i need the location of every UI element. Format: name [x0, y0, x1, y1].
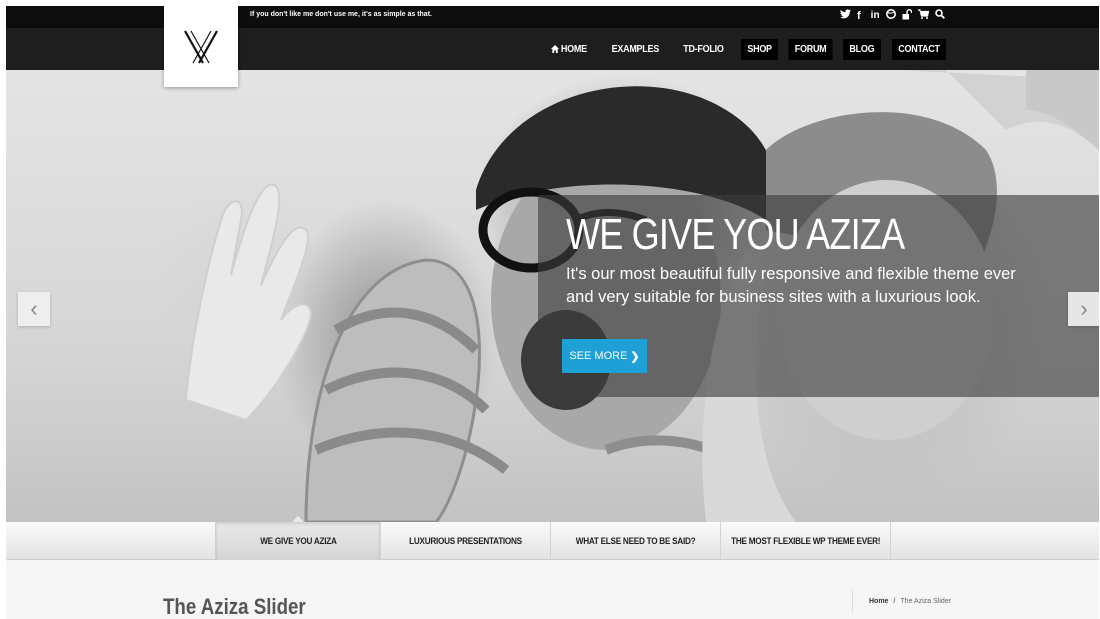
slide-tab-3[interactable]: WHAT ELSE NEED TO BE SAID?	[551, 522, 721, 560]
see-more-label: SEE MORE	[569, 350, 628, 362]
page-title: The Aziza Slider	[163, 594, 306, 619]
slide-tabs: WE GIVE YOU AZIZA LUXURIOUS PRESENTATION…	[6, 516, 1099, 560]
next-slide-button[interactable]: ›	[1068, 292, 1099, 326]
page-frame: If you don't like me don't use me, it's …	[6, 6, 1099, 619]
twitter-icon[interactable]	[840, 9, 851, 23]
slide-tab-label: WHAT ELSE NEED TO BE SAID?	[575, 535, 696, 547]
tagline: If you don't like me don't use me, it's …	[250, 11, 432, 18]
nav-item-td-folio[interactable]: TD-FOLIO	[677, 39, 730, 60]
slide-title: WE GIVE YOU AZIZA	[566, 210, 905, 259]
breadcrumb-separator: /	[893, 598, 896, 605]
divider	[852, 589, 853, 613]
search-icon[interactable]	[934, 9, 945, 23]
cart-icon[interactable]	[917, 9, 929, 23]
nav-item-examples[interactable]: EXAMPLES	[605, 39, 665, 60]
slide-tab-2[interactable]: LUXURIOUS PRESENTATIONS	[381, 522, 551, 560]
nav-item-blog[interactable]: BLOG	[843, 39, 881, 60]
home-icon	[550, 44, 561, 55]
nav-item-contact[interactable]: CONTACT	[891, 39, 946, 60]
facebook-icon[interactable]: f	[857, 9, 861, 23]
nav-label-home: HOME	[560, 44, 587, 55]
page-header: The Aziza Slider Home / The Aziza Slider	[6, 561, 1099, 619]
breadcrumb: Home / The Aziza Slider	[869, 598, 951, 605]
chevron-left-icon: ‹	[30, 296, 38, 321]
nav-item-shop[interactable]: SHOP	[741, 39, 779, 60]
linkedin-icon[interactable]: in	[871, 9, 880, 23]
nav-item-forum[interactable]: FORUM	[788, 39, 833, 60]
slide-tab-label: THE MOST FLEXIBLE WP THEME EVER!	[730, 535, 881, 547]
see-more-button[interactable]: SEE MORE ❯	[562, 339, 647, 373]
logo-monogram-icon	[184, 29, 218, 64]
hero-slider: WE GIVE YOU AZIZA It's our most beautifu…	[6, 70, 1099, 522]
breadcrumb-home-link[interactable]: Home	[869, 598, 888, 605]
main-nav: HOME EXAMPLES TD-FOLIO SHOP FORUM BLOG C…	[542, 39, 949, 60]
lock-icon[interactable]	[902, 9, 912, 23]
slide-tab-label: LUXURIOUS PRESENTATIONS	[409, 535, 522, 547]
dribbble-icon[interactable]	[885, 9, 896, 23]
social-icons: f in	[840, 9, 945, 23]
site-logo[interactable]	[164, 6, 238, 87]
slide-tab-1[interactable]: WE GIVE YOU AZIZA	[215, 516, 381, 560]
breadcrumb-current: The Aziza Slider	[900, 598, 951, 605]
prev-slide-button[interactable]: ‹	[18, 292, 50, 326]
slide-tab-4[interactable]: THE MOST FLEXIBLE WP THEME EVER!	[721, 522, 891, 560]
slide-subtitle: It's our most beautiful fully responsive…	[566, 265, 1016, 306]
slide-tab-label: WE GIVE YOU AZIZA	[259, 535, 337, 547]
chevron-right-icon: ›	[1080, 296, 1088, 321]
nav-item-home[interactable]: HOME	[544, 39, 592, 60]
chevron-right-icon: ❯	[630, 350, 640, 363]
